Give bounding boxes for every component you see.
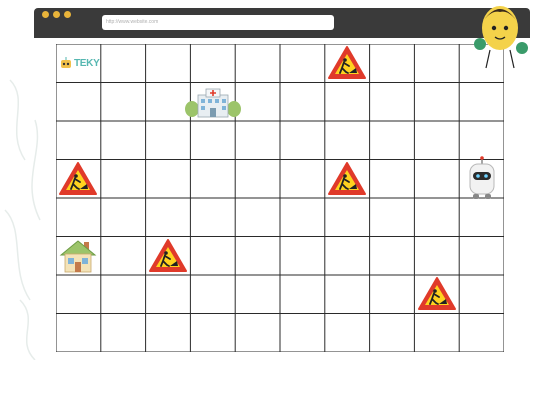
roadwork-sign-icon[interactable] [56,160,101,199]
background-sketch [4,79,41,360]
game-board[interactable] [56,44,504,352]
hospital-icon[interactable] [177,83,249,122]
window-dot-1[interactable] [42,11,49,18]
roadwork-sign-icon[interactable] [325,44,370,83]
house-icon[interactable] [56,237,101,276]
window-dot-2[interactable] [53,11,60,18]
roadwork-sign-icon[interactable] [325,160,370,199]
mascot-illustration [474,6,528,69]
roadwork-sign-icon[interactable] [146,237,191,276]
window-dot-3[interactable] [64,11,71,18]
address-bar[interactable]: http://www.website.com [102,15,334,30]
roadwork-sign-icon[interactable] [414,275,459,314]
robot-icon[interactable] [459,155,504,199]
